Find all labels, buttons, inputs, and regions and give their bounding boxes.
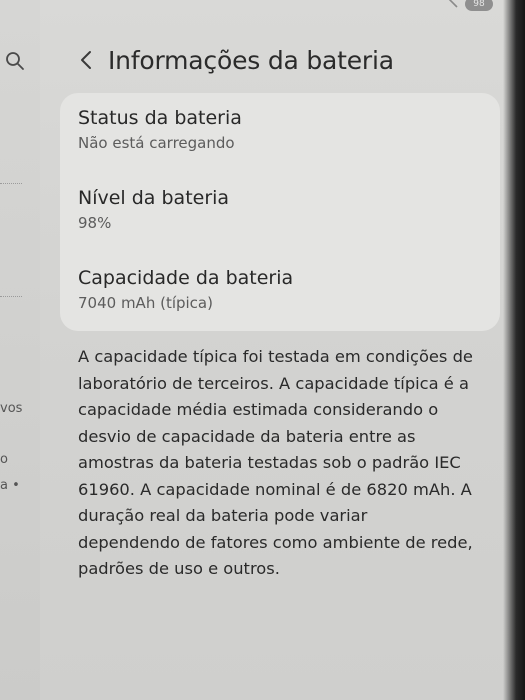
back-button[interactable] <box>72 42 100 78</box>
divider <box>0 183 22 186</box>
capacity-description: A capacidade típica foi testada em condi… <box>78 347 473 578</box>
status-bar: 98 <box>445 0 493 13</box>
left-pane-text: vos <box>0 401 23 416</box>
page-title: Informações da bateria <box>108 45 394 75</box>
battery-level-row[interactable]: Nível da bateria 98% <box>78 187 482 257</box>
battery-level-label: Nível da bateria <box>78 187 230 209</box>
device-edge <box>503 0 525 700</box>
battery-status-row[interactable]: Status da bateria Não está carregando <box>78 107 482 177</box>
battery-capacity-value: 7040 mAh (típica) <box>78 294 213 312</box>
search-icon[interactable] <box>4 50 26 72</box>
battery-status-value: Não está carregando <box>78 134 235 152</box>
divider <box>0 296 22 299</box>
mute-icon <box>445 0 459 13</box>
battery-capacity-row[interactable]: Capacidade da bateria 7040 mAh (típica) <box>78 267 482 337</box>
left-pane-text: o <box>0 452 8 467</box>
battery-capacity-label: Capacidade da bateria <box>78 267 294 289</box>
left-pane-text: a • <box>0 478 20 493</box>
battery-status-label: Status da bateria <box>78 107 242 129</box>
battery-level-value: 98% <box>78 214 112 232</box>
left-settings-pane: vos o a • <box>0 0 40 700</box>
battery-info-card: Status da bateria Não está carregando Ní… <box>60 93 500 331</box>
chevron-left-icon <box>81 51 91 69</box>
battery-indicator: 98 <box>465 0 493 11</box>
app-header: Informações da bateria <box>72 40 394 80</box>
